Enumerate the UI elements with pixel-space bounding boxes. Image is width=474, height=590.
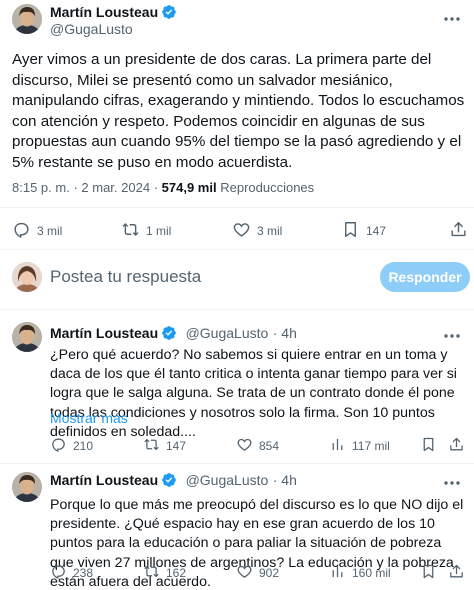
post-meta: 8:15 p. m. · 2 mar. 2024 · 574,9 mil Rep…	[12, 180, 314, 195]
user-avatar-image-icon	[12, 262, 42, 292]
views-count: 574,9 mil	[161, 180, 217, 195]
current-user-avatar[interactable]	[12, 262, 42, 292]
repost-count: 1 mil	[146, 224, 172, 238]
share-button[interactable]	[449, 220, 474, 242]
divider	[0, 463, 474, 464]
bookmark-icon	[341, 220, 366, 242]
share-button[interactable]	[448, 436, 471, 456]
show-more-link[interactable]: Mostrar más	[50, 410, 128, 426]
author-avatar[interactable]	[12, 322, 42, 352]
repost-count: 147	[166, 439, 187, 453]
reply-icon	[50, 436, 73, 456]
reply-button[interactable]: 3 mil	[12, 220, 62, 242]
divider	[0, 249, 474, 250]
views-icon	[329, 563, 352, 583]
meta-separator: ·	[153, 180, 159, 195]
verified-badge-icon	[161, 472, 177, 493]
like-count: 854	[259, 439, 280, 453]
author-avatar[interactable]	[12, 472, 42, 502]
reply-button[interactable]: 238	[50, 563, 93, 583]
reply-count: 3 mil	[37, 224, 63, 238]
avatar-image-icon	[12, 322, 42, 352]
author-name[interactable]: Martín Lousteau	[50, 472, 158, 488]
share-icon	[448, 563, 471, 583]
share-icon	[448, 436, 471, 456]
author-avatar[interactable]	[12, 4, 42, 34]
bookmark-button[interactable]	[420, 563, 443, 583]
more-icon[interactable]	[442, 9, 462, 29]
post-text: ¿Pero qué acuerdo? No sabemos si quiere …	[50, 347, 457, 440]
like-count: 3 mil	[257, 224, 283, 238]
repost-button[interactable]: 147	[143, 436, 186, 456]
post-age[interactable]: · 4h	[273, 325, 297, 341]
like-icon	[236, 436, 259, 456]
views-icon	[329, 436, 352, 456]
post-text: Ayer vimos a un presidente de dos caras.…	[12, 51, 465, 171]
post-time[interactable]: 8:15 p. m.	[12, 180, 70, 195]
bookmark-icon	[420, 563, 443, 583]
like-button[interactable]: 902	[236, 563, 279, 583]
reply-icon	[50, 563, 73, 583]
meta-separator: ·	[73, 180, 78, 195]
reply-input[interactable]: Postea tu respuesta	[50, 267, 201, 287]
verified-badge-icon	[161, 325, 177, 346]
like-count: 902	[259, 566, 280, 580]
bookmark-button[interactable]	[420, 436, 443, 456]
bookmark-count: 147	[366, 224, 387, 238]
post-age[interactable]: · 4h	[273, 472, 297, 488]
like-icon	[236, 563, 259, 583]
views-button[interactable]: 117 mil	[329, 436, 390, 456]
views-count: 160 mil	[352, 566, 391, 580]
views-button[interactable]: 160 mil	[329, 563, 391, 583]
reply-icon	[12, 220, 37, 242]
like-button[interactable]: 3 mil	[232, 220, 282, 242]
author-name[interactable]: Martín Lousteau	[50, 4, 158, 20]
share-button[interactable]	[448, 563, 471, 583]
views-count: 117 mil	[352, 439, 390, 453]
verified-badge-icon	[161, 4, 177, 25]
more-icon[interactable]	[442, 326, 462, 346]
views-label: Reproducciones	[220, 180, 315, 195]
repost-button[interactable]: 1 mil	[121, 220, 171, 242]
repost-icon	[143, 563, 166, 583]
repost-icon	[143, 436, 166, 456]
reply-count: 210	[73, 439, 94, 453]
reply-submit-button[interactable]: Responder	[380, 262, 470, 292]
author-handle[interactable]: @GugaLusto	[186, 472, 269, 488]
share-icon	[449, 220, 474, 242]
avatar-image-icon	[12, 4, 42, 34]
like-icon	[232, 220, 257, 242]
repost-icon	[121, 220, 146, 242]
like-button[interactable]: 854	[236, 436, 279, 456]
author-name[interactable]: Martín Lousteau	[50, 325, 158, 341]
repost-count: 162	[166, 566, 187, 580]
avatar-image-icon	[12, 472, 42, 502]
bookmark-button[interactable]: 147	[341, 220, 386, 242]
more-icon[interactable]	[442, 473, 462, 493]
reply-count: 238	[73, 566, 94, 580]
divider	[0, 207, 474, 208]
author-handle[interactable]: @GugaLusto	[50, 21, 133, 37]
reply-button[interactable]: 210	[50, 436, 93, 456]
bookmark-icon	[420, 436, 443, 456]
author-handle[interactable]: @GugaLusto	[186, 325, 269, 341]
post-date[interactable]: 2 mar. 2024	[81, 180, 150, 195]
repost-button[interactable]: 162	[143, 563, 186, 583]
divider	[0, 309, 474, 310]
